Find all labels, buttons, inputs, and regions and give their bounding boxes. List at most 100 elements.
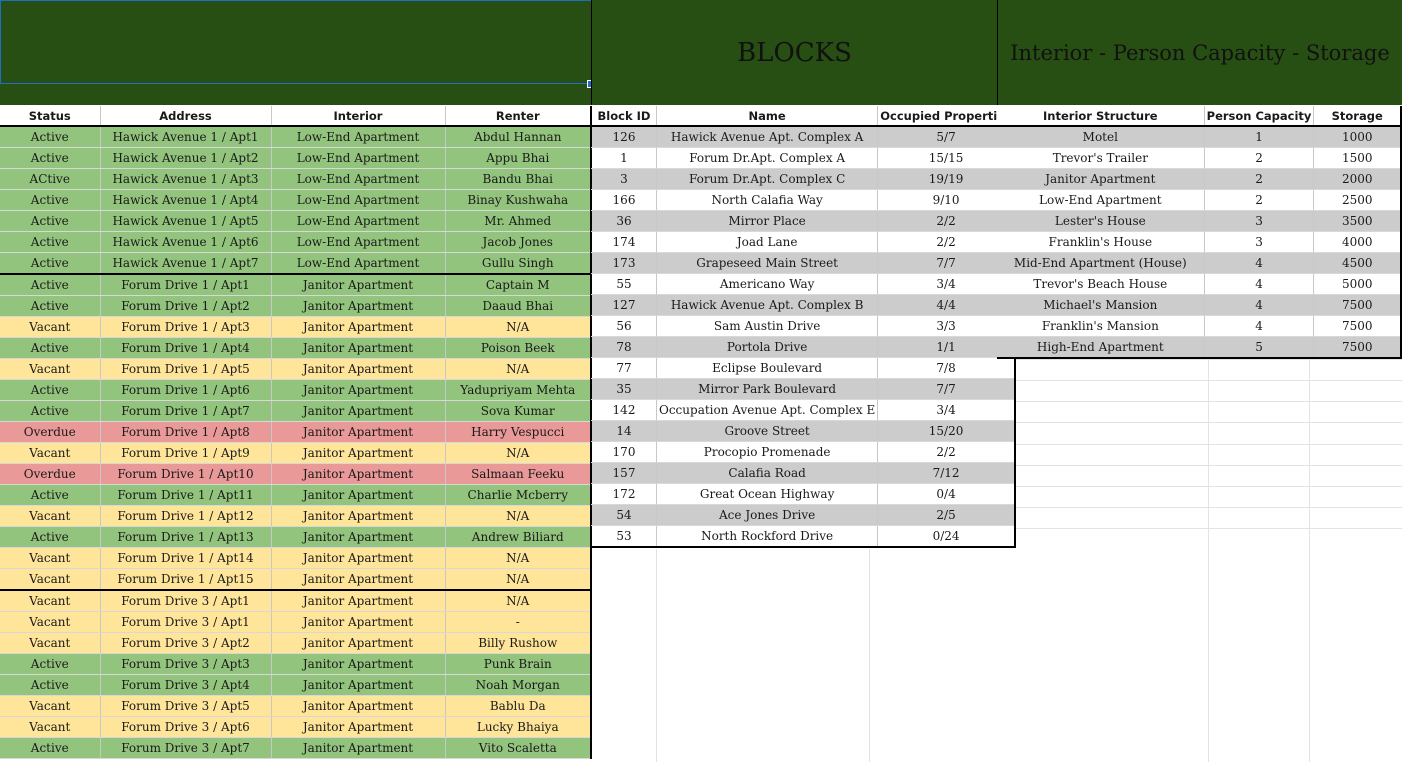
storage-cell[interactable]: 5000 [1313,273,1402,295]
address-cell[interactable]: Forum Drive 1 / Apt1 [100,274,272,296]
occupied-cell[interactable]: 7/8 [877,357,1016,379]
block-name-cell[interactable]: Mirror Park Boulevard [656,378,879,400]
properties-header-renter[interactable]: Renter [445,106,592,127]
interiors-header-structure[interactable]: Interior Structure [997,106,1205,127]
occupied-cell[interactable]: 15/20 [877,420,1016,442]
status-cell[interactable]: Overdue [0,421,101,443]
structure-cell[interactable]: Franklin's Mansion [997,315,1205,337]
address-cell[interactable]: Forum Drive 3 / Apt6 [100,716,272,738]
address-cell[interactable]: Forum Drive 1 / Apt12 [100,505,272,527]
interior-cell[interactable]: Janitor Apartment [271,463,446,485]
block-name-cell[interactable]: Procopio Promenade [656,441,879,463]
interior-cell[interactable]: Low-End Apartment [271,210,446,232]
block-name-cell[interactable]: Mirror Place [656,210,879,232]
block-id-cell[interactable]: 14 [591,420,657,442]
status-cell[interactable]: Active [0,737,101,759]
storage-cell[interactable]: 1000 [1313,126,1402,148]
block-id-cell[interactable]: 77 [591,357,657,379]
status-cell[interactable]: Vacant [0,358,101,380]
block-id-cell[interactable]: 54 [591,504,657,526]
occupied-cell[interactable]: 9/10 [877,189,1016,211]
status-cell[interactable]: Vacant [0,716,101,738]
occupied-cell[interactable]: 5/7 [877,126,1016,148]
block-id-cell[interactable]: 55 [591,273,657,295]
interior-cell[interactable]: Janitor Apartment [271,316,446,338]
address-cell[interactable]: Forum Drive 1 / Apt11 [100,484,272,506]
renter-cell[interactable]: N/A [445,358,592,380]
renter-cell[interactable]: Bablu Da [445,695,592,717]
occupied-cell[interactable]: 0/4 [877,483,1016,505]
renter-cell[interactable]: Noah Morgan [445,674,592,696]
renter-cell[interactable]: Appu Bhai [445,147,592,169]
block-name-cell[interactable]: Hawick Avenue Apt. Complex B [656,294,879,316]
renter-cell[interactable]: Captain M [445,274,592,296]
address-cell[interactable]: Hawick Avenue 1 / Apt1 [100,126,272,148]
address-cell[interactable]: Forum Drive 1 / Apt7 [100,400,272,422]
renter-cell[interactable]: N/A [445,505,592,527]
interior-cell[interactable]: Janitor Apartment [271,716,446,738]
capacity-cell[interactable]: 1 [1204,126,1315,148]
status-cell[interactable]: Vacant [0,568,101,591]
capacity-cell[interactable]: 3 [1204,231,1315,253]
status-cell[interactable]: Active [0,526,101,548]
block-id-cell[interactable]: 127 [591,294,657,316]
block-id-cell[interactable]: 172 [591,483,657,505]
interior-cell[interactable]: Janitor Apartment [271,295,446,317]
interior-cell[interactable]: Janitor Apartment [271,484,446,506]
interior-cell[interactable]: Janitor Apartment [271,442,446,464]
block-name-cell[interactable]: Occupation Avenue Apt. Complex E [656,399,879,421]
block-name-cell[interactable]: Calafia Road [656,462,879,484]
interior-cell[interactable]: Janitor Apartment [271,590,446,612]
interior-cell[interactable]: Janitor Apartment [271,568,446,591]
address-cell[interactable]: Hawick Avenue 1 / Apt3 [100,168,272,190]
renter-cell[interactable]: N/A [445,316,592,338]
address-cell[interactable]: Forum Drive 1 / Apt8 [100,421,272,443]
block-id-cell[interactable]: 56 [591,315,657,337]
properties-header-interior[interactable]: Interior [271,106,446,127]
occupied-cell[interactable]: 19/19 [877,168,1016,190]
capacity-cell[interactable]: 2 [1204,168,1315,190]
renter-cell[interactable]: Billy Rushow [445,632,592,654]
address-cell[interactable]: Forum Drive 1 / Apt5 [100,358,272,380]
blocks-header-occupied[interactable]: Occupied Properties [877,106,1016,127]
storage-cell[interactable]: 4500 [1313,252,1402,274]
status-cell[interactable]: Active [0,337,101,359]
storage-cell[interactable]: 4000 [1313,231,1402,253]
status-cell[interactable]: Overdue [0,463,101,485]
status-cell[interactable]: Vacant [0,547,101,569]
occupied-cell[interactable]: 15/15 [877,147,1016,169]
renter-cell[interactable]: N/A [445,442,592,464]
address-cell[interactable]: Forum Drive 1 / Apt10 [100,463,272,485]
block-id-cell[interactable]: 53 [591,525,657,548]
block-id-cell[interactable]: 35 [591,378,657,400]
address-cell[interactable]: Forum Drive 1 / Apt6 [100,379,272,401]
renter-cell[interactable]: N/A [445,568,592,591]
status-cell[interactable]: Active [0,126,101,148]
occupied-cell[interactable]: 0/24 [877,525,1016,548]
block-name-cell[interactable]: Eclipse Boulevard [656,357,879,379]
structure-cell[interactable]: Franklin's House [997,231,1205,253]
block-name-cell[interactable]: Sam Austin Drive [656,315,879,337]
interior-cell[interactable]: Janitor Apartment [271,611,446,633]
status-cell[interactable]: Active [0,252,101,275]
interior-cell[interactable]: Janitor Apartment [271,526,446,548]
renter-cell[interactable]: Sova Kumar [445,400,592,422]
block-name-cell[interactable]: Ace Jones Drive [656,504,879,526]
interior-cell[interactable]: Low-End Apartment [271,231,446,253]
storage-cell[interactable]: 7500 [1313,294,1402,316]
renter-cell[interactable]: Punk Brain [445,653,592,675]
address-cell[interactable]: Forum Drive 3 / Apt7 [100,737,272,759]
interiors-header-storage[interactable]: Storage [1313,106,1402,127]
occupied-cell[interactable]: 2/2 [877,231,1016,253]
structure-cell[interactable]: Low-End Apartment [997,189,1205,211]
status-cell[interactable]: Active [0,147,101,169]
storage-cell[interactable]: 1500 [1313,147,1402,169]
interior-cell[interactable]: Janitor Apartment [271,505,446,527]
renter-cell[interactable]: Yadupriyam Mehta [445,379,592,401]
structure-cell[interactable]: Motel [997,126,1205,148]
renter-cell[interactable]: Harry Vespucci [445,421,592,443]
storage-cell[interactable]: 3500 [1313,210,1402,232]
address-cell[interactable]: Forum Drive 1 / Apt4 [100,337,272,359]
interior-cell[interactable]: Janitor Apartment [271,632,446,654]
address-cell[interactable]: Hawick Avenue 1 / Apt2 [100,147,272,169]
